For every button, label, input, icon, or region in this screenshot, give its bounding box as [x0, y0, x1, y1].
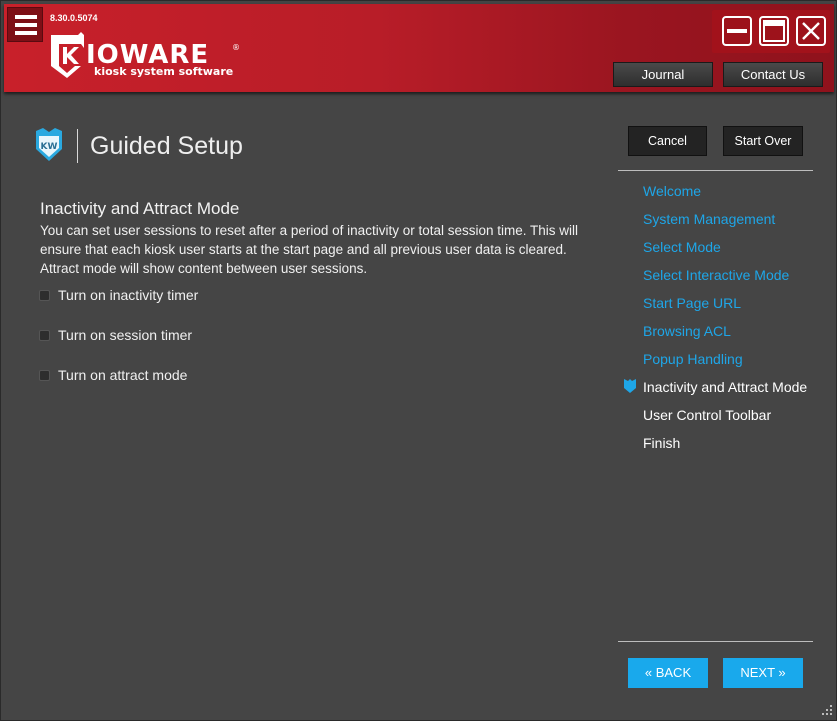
kioware-shield-icon: KW [36, 128, 62, 161]
version-label: 8.30.0.5074 [50, 13, 98, 23]
svg-text:kiosk system software: kiosk system software [94, 65, 233, 78]
step-system-management[interactable]: System Management [643, 211, 775, 227]
close-icon [802, 22, 820, 40]
kioware-window: 8.30.0.5074 IOWARE ® kiosk system softwa… [0, 0, 837, 721]
start-over-button[interactable]: Start Over [723, 126, 803, 156]
back-button[interactable]: « BACK [628, 658, 708, 688]
maximize-icon [763, 20, 785, 42]
step-welcome[interactable]: Welcome [643, 183, 701, 199]
attract-mode-option[interactable]: Turn on attract mode [39, 366, 187, 384]
step-select-interactive-mode[interactable]: Select Interactive Mode [643, 267, 789, 283]
minimize-icon [727, 29, 747, 33]
back-label: BACK [655, 665, 692, 680]
step-finish: Finish [643, 435, 681, 451]
footer-divider [618, 641, 813, 642]
close-button[interactable] [796, 16, 826, 46]
menu-icon-bar [15, 31, 37, 35]
back-chevron-icon: « [644, 665, 653, 680]
section-description: You can set user sessions to reset after… [40, 223, 579, 276]
step-user-control-toolbar: User Control Toolbar [643, 407, 772, 423]
page-title: Guided Setup [90, 132, 243, 160]
title-divider [77, 129, 78, 163]
steps-top-divider [618, 170, 813, 171]
step-inactivity-attract-mode[interactable]: Inactivity and Attract Mode [643, 379, 807, 395]
checkbox-label: Turn on attract mode [58, 367, 188, 383]
menu-icon-bar [15, 23, 37, 27]
hamburger-menu-button[interactable] [7, 7, 43, 42]
attract-mode-checkbox[interactable] [39, 369, 50, 381]
checkbox-label: Turn on inactivity timer [58, 287, 199, 303]
menu-icon-bar [15, 15, 37, 19]
kioware-logo: IOWARE ® kiosk system software [51, 32, 240, 78]
step-browsing-acl[interactable]: Browsing ACL [643, 323, 731, 339]
step-start-page-url[interactable]: Start Page URL [643, 295, 741, 311]
title-bar: 8.30.0.5074 IOWARE ® kiosk system softwa… [4, 4, 834, 92]
current-step-marker-icon [624, 379, 636, 393]
journal-button[interactable]: Journal [613, 62, 713, 87]
cancel-button[interactable]: Cancel [628, 126, 707, 156]
checkbox-label: Turn on session timer [58, 327, 193, 343]
next-label: NEXT [740, 665, 775, 680]
window-controls [712, 10, 830, 53]
svg-text:KW: KW [41, 142, 58, 152]
section-title: Inactivity and Attract Mode [40, 199, 240, 218]
maximize-button[interactable] [759, 16, 789, 46]
next-chevron-icon: » [778, 665, 786, 680]
contact-us-button[interactable]: Contact Us [723, 62, 823, 87]
svg-text:®: ® [232, 43, 240, 52]
step-popup-handling[interactable]: Popup Handling [643, 351, 743, 367]
session-timer-checkbox[interactable] [39, 329, 50, 341]
session-timer-option[interactable]: Turn on session timer [39, 326, 192, 344]
inactivity-timer-option[interactable]: Turn on inactivity timer [39, 286, 198, 304]
resize-grip-icon[interactable] [821, 704, 833, 716]
inactivity-timer-checkbox[interactable] [39, 289, 50, 301]
minimize-button[interactable] [722, 16, 752, 46]
step-select-mode[interactable]: Select Mode [643, 239, 721, 255]
next-button[interactable]: NEXT » [723, 658, 803, 688]
